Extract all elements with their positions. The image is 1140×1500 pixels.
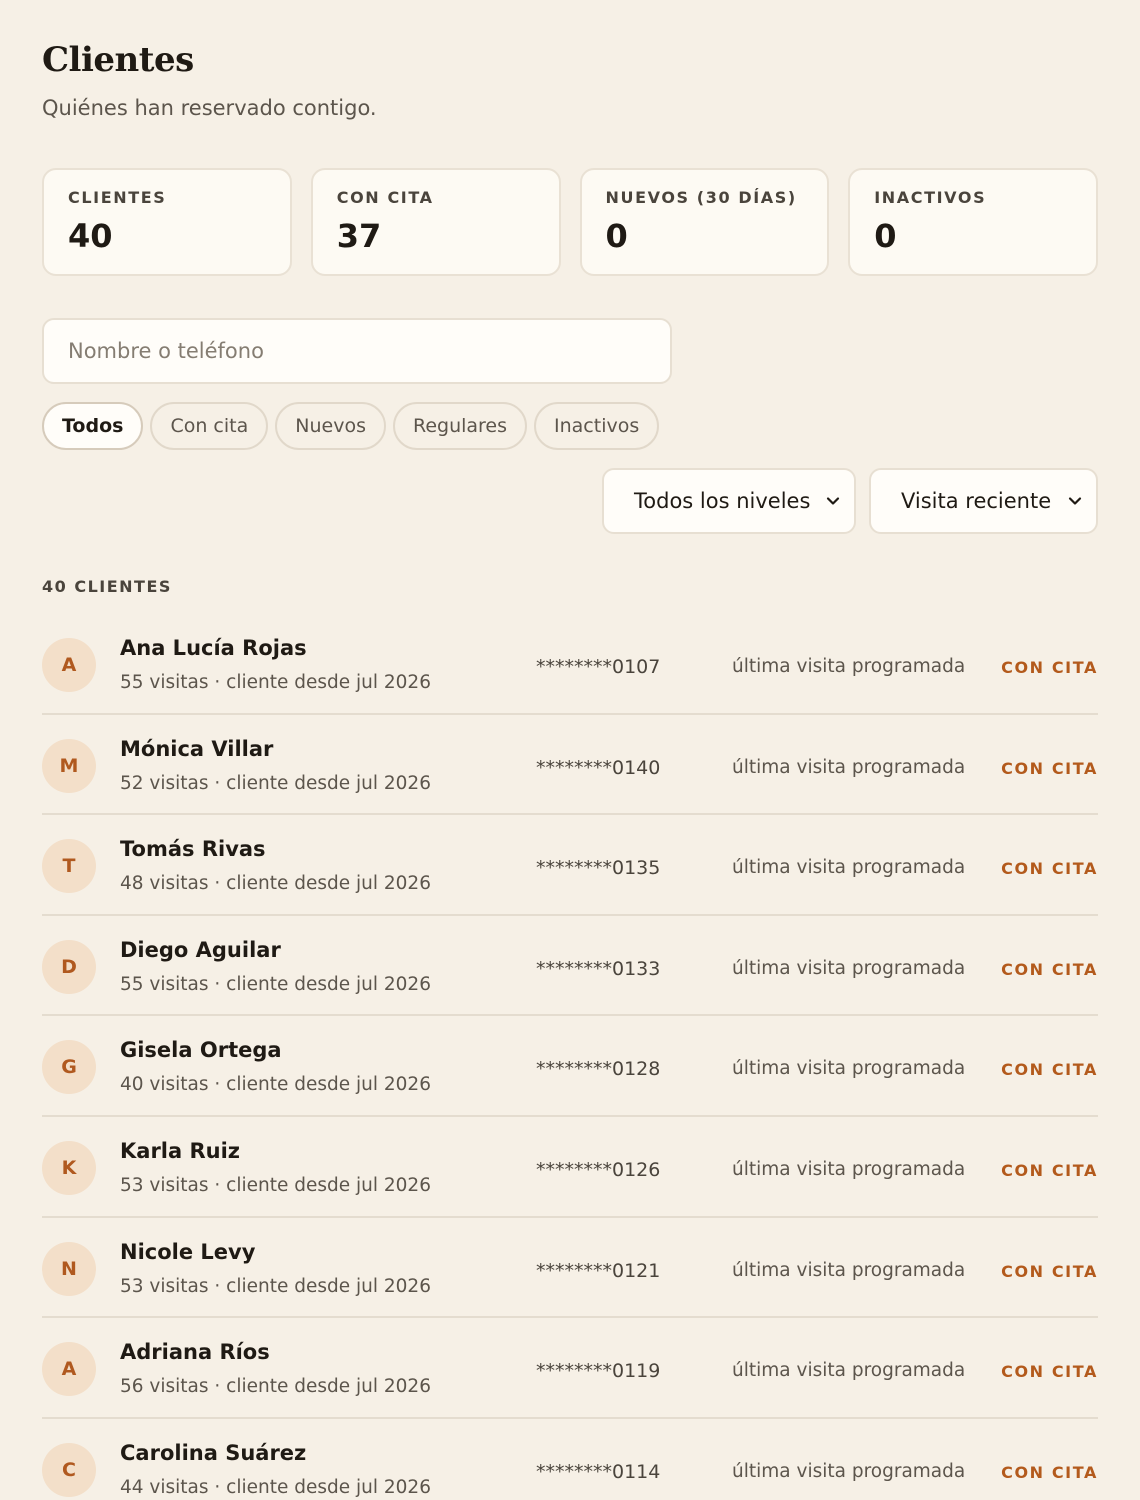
avatar: M [42, 738, 96, 793]
client-row[interactable]: T Tomás Rivas 48 visitas · cliente desde… [42, 815, 1098, 916]
level-select[interactable]: Todos los niveles [602, 468, 856, 534]
status-badge: CON CITA [1001, 859, 1098, 879]
client-last-visit: última visita programada [732, 756, 966, 778]
client-last-visit: última visita programada [732, 656, 966, 677]
stat-card-nuevos: NUEVOS (30 DÍAS) 0 [579, 168, 830, 276]
client-meta: 53 visitas · cliente desde jul 2026 [120, 1275, 431, 1297]
client-name: Nicole Levy [120, 1239, 256, 1264]
stats-row: CLIENTES 40 CON CITA 37 NUEVOS (30 DÍAS)… [42, 168, 1098, 276]
client-name: Adriana Ríos [120, 1340, 270, 1365]
client-meta: 55 visitas · cliente desde jul 2026 [120, 973, 431, 995]
client-last-visit: última visita programada [732, 1058, 966, 1080]
client-phone: ********0107 [536, 656, 661, 678]
client-name: Tomás Rivas [120, 837, 266, 862]
client-meta: 53 visitas · cliente desde jul 2026 [120, 1174, 431, 1196]
stat-card-clientes: CLIENTES 40 [42, 168, 292, 276]
avatar: N [42, 1241, 96, 1296]
stat-label: NUEVOS (30 DÍAS) [605, 188, 797, 207]
status-badge: CON CITA [1001, 1060, 1098, 1080]
client-meta: 52 visitas · cliente desde jul 2026 [120, 772, 431, 794]
filter-chips: Todos Con cita Nuevos Regulares Inactivo… [42, 402, 660, 450]
client-meta: 40 visitas · cliente desde jul 2026 [120, 1074, 431, 1096]
filter-chip-inactivos[interactable]: Inactivos [534, 402, 660, 450]
avatar: C [42, 1442, 96, 1497]
level-select-value: Todos los niveles [634, 489, 811, 513]
client-meta: 55 visitas · cliente desde jul 2026 [120, 672, 431, 693]
client-row[interactable]: M Mónica Villar 52 visitas · cliente des… [42, 715, 1098, 816]
status-badge: CON CITA [1001, 658, 1098, 677]
status-badge: CON CITA [1001, 1362, 1098, 1382]
client-name: Carolina Suárez [120, 1440, 307, 1465]
avatar: D [42, 939, 96, 994]
client-last-visit: última visita programada [732, 1158, 966, 1180]
search-input[interactable] [68, 339, 646, 363]
client-meta: 48 visitas · cliente desde jul 2026 [120, 873, 431, 895]
status-badge: CON CITA [1001, 1462, 1098, 1482]
client-phone: ********0133 [536, 957, 661, 980]
avatar: T [42, 839, 96, 894]
avatar: K [42, 1140, 96, 1195]
client-name: Gisela Ortega [120, 1038, 282, 1063]
search-box [42, 318, 672, 384]
client-phone: ********0140 [536, 756, 661, 779]
client-name: Ana Lucía Rojas [120, 636, 307, 660]
client-list: A Ana Lucía Rojas 55 visitas · cliente d… [42, 614, 1098, 1500]
sort-select[interactable]: Visita reciente [869, 468, 1098, 534]
client-last-visit: última visita programada [732, 1460, 966, 1482]
avatar: A [42, 1342, 96, 1397]
client-row[interactable]: N Nicole Levy 53 visitas · cliente desde… [42, 1218, 1098, 1319]
client-last-visit: última visita programada [732, 1259, 966, 1281]
stat-label: INACTIVOS [874, 188, 987, 207]
stat-value: 40 [68, 217, 113, 255]
client-meta: 56 visitas · cliente desde jul 2026 [120, 1376, 431, 1398]
client-row[interactable]: A Ana Lucía Rojas 55 visitas · cliente d… [42, 614, 1098, 715]
client-row[interactable]: G Gisela Ortega 40 visitas · cliente des… [42, 1016, 1098, 1117]
status-badge: CON CITA [1001, 758, 1098, 778]
filter-chip-todos[interactable]: Todos [42, 402, 144, 450]
stat-card-inactivos: INACTIVOS 0 [848, 168, 1098, 276]
client-row[interactable]: D Diego Aguilar 55 visitas · cliente des… [42, 916, 1098, 1017]
filter-chip-regulares[interactable]: Regulares [392, 402, 528, 450]
sort-select-value: Visita reciente [901, 489, 1052, 513]
client-name: Karla Ruiz [120, 1138, 241, 1163]
client-name: Mónica Villar [120, 736, 274, 761]
stat-value: 37 [336, 217, 382, 255]
filter-chip-nuevos[interactable]: Nuevos [275, 402, 386, 450]
avatar: G [42, 1040, 96, 1095]
chevron-down-icon [826, 497, 840, 505]
client-row[interactable]: C Carolina Suárez 44 visitas · cliente d… [42, 1419, 1098, 1500]
client-phone: ********0128 [536, 1058, 661, 1081]
status-badge: CON CITA [1001, 959, 1098, 979]
clients-page: Clientes Quiénes han reservado contigo. … [0, 0, 1140, 1500]
client-phone: ********0121 [536, 1259, 661, 1282]
client-last-visit: última visita programada [732, 1360, 966, 1382]
status-badge: CON CITA [1001, 1261, 1098, 1281]
client-last-visit: última visita programada [732, 857, 966, 879]
stat-value: 0 [874, 217, 897, 255]
client-meta: 44 visitas · cliente desde jul 2026 [120, 1476, 431, 1498]
select-group: Todos los niveles Visita reciente [602, 468, 1098, 534]
client-name: Diego Aguilar [120, 937, 281, 962]
chevron-down-icon [1068, 497, 1082, 505]
client-phone: ********0119 [536, 1360, 661, 1383]
page-title: Clientes [42, 40, 194, 80]
client-row[interactable]: A Adriana Ríos 56 visitas · cliente desd… [42, 1318, 1098, 1419]
avatar: A [42, 638, 96, 692]
stat-label: CLIENTES [68, 188, 167, 207]
client-phone: ********0126 [536, 1158, 661, 1181]
client-row[interactable]: K Karla Ruiz 53 visitas · cliente desde … [42, 1117, 1098, 1218]
stat-label: CON CITA [336, 188, 434, 207]
filter-chip-con-cita[interactable]: Con cita [150, 402, 269, 450]
client-phone: ********0135 [536, 857, 661, 880]
client-last-visit: última visita programada [732, 957, 966, 979]
client-phone: ********0114 [536, 1460, 661, 1483]
stat-card-con-cita: CON CITA 37 [310, 168, 561, 276]
status-badge: CON CITA [1001, 1160, 1098, 1180]
stat-value: 0 [605, 217, 628, 255]
client-count-label: 40 CLIENTES [42, 577, 172, 596]
page-subtitle: Quiénes han reservado contigo. [42, 96, 377, 120]
